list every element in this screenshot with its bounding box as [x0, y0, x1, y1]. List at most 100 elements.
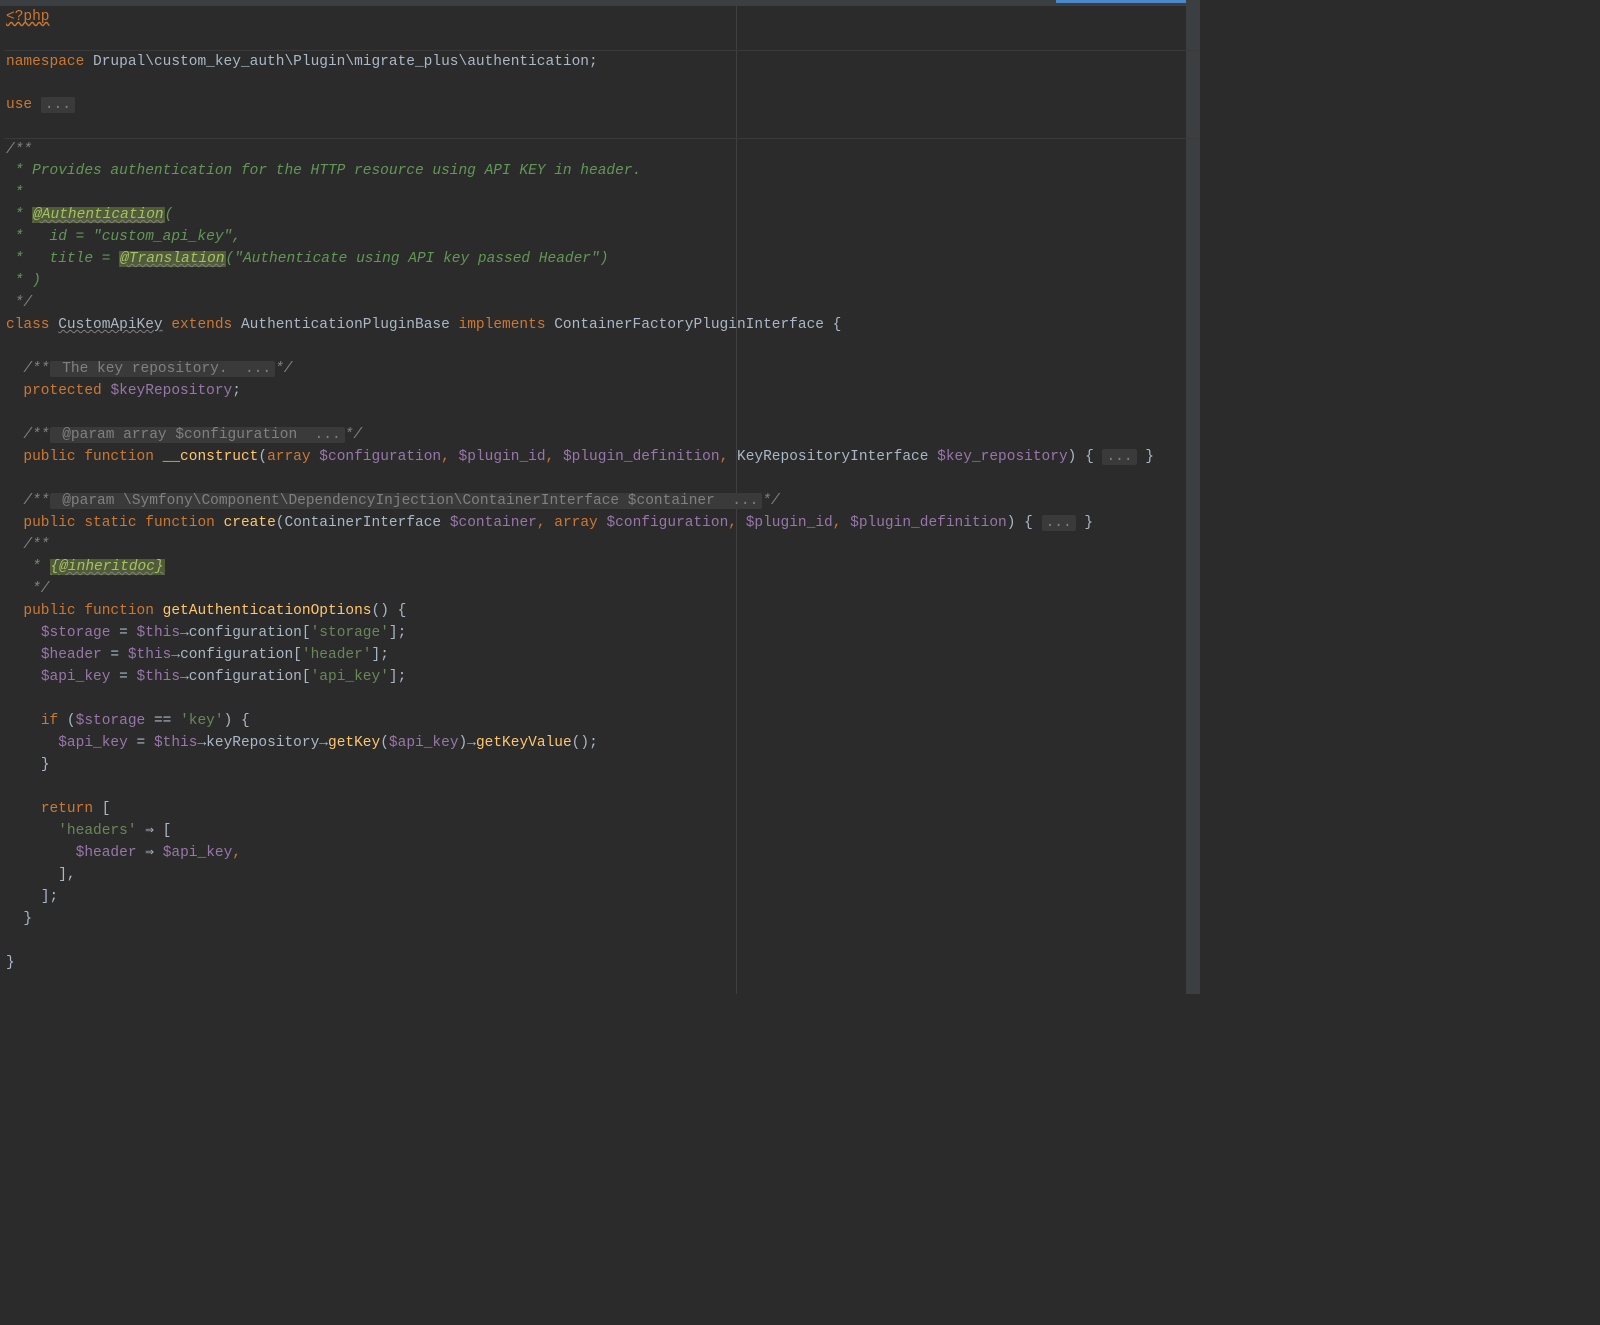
folded-body[interactable]: ... — [1042, 515, 1076, 531]
param: $plugin_definition — [850, 515, 1007, 531]
keyword-function: function — [84, 603, 154, 619]
keyword-function: function — [84, 449, 154, 465]
punct: ) { — [1007, 515, 1033, 531]
code-line[interactable]: /** — [4, 534, 1200, 556]
code-line[interactable]: 'headers' ⇒ [ — [4, 820, 1200, 842]
code-line[interactable]: * Provides authentication for the HTTP r… — [4, 160, 1200, 182]
code-line[interactable] — [4, 402, 1200, 424]
folded-body[interactable]: ... — [1102, 449, 1136, 465]
code-line[interactable]: public function __construct(array $confi… — [4, 446, 1200, 468]
indent — [6, 559, 23, 575]
folded-region[interactable]: ... — [41, 97, 75, 113]
docblock-text: * ) — [6, 273, 41, 289]
docblock-text: ) — [600, 251, 609, 267]
method-name: getAuthenticationOptions — [163, 603, 372, 619]
code-line[interactable]: */ — [4, 292, 1200, 314]
code-editor[interactable]: <?php namespace Drupal\custom_key_auth\P… — [0, 0, 1200, 994]
method-create: create — [224, 515, 276, 531]
code-line[interactable]: /** @param array $configuration ...*/ — [4, 424, 1200, 446]
docblock-open: /** — [23, 537, 49, 553]
param: $key_repository — [937, 449, 1068, 465]
arrow: → — [180, 669, 189, 685]
string: 'key' — [180, 713, 224, 729]
method-call: getKey — [328, 735, 380, 751]
string: 'storage' — [311, 625, 389, 641]
code-line[interactable] — [4, 28, 1200, 50]
keyword-protected: protected — [23, 383, 101, 399]
code-line[interactable]: public function getAuthenticationOptions… — [4, 600, 1200, 622]
code-line[interactable]: <?php — [4, 6, 1200, 28]
code-line[interactable]: protected $keyRepository; — [4, 380, 1200, 402]
code-line[interactable] — [4, 688, 1200, 710]
property-access: configuration[ — [180, 647, 302, 663]
code-line[interactable] — [4, 468, 1200, 490]
docblock-text: * — [23, 559, 49, 575]
keyword-function: function — [145, 515, 215, 531]
code-line[interactable]: } — [4, 908, 1200, 930]
arrow: → — [467, 735, 476, 751]
code-line[interactable]: * id = "custom_api_key", — [4, 226, 1200, 248]
code-line[interactable]: * title = @Translation("Authenticate usi… — [4, 248, 1200, 270]
code-line[interactable]: $header = $this→configuration['header']; — [4, 644, 1200, 666]
folded-doc[interactable]: The key repository. ... — [50, 361, 276, 377]
code-line[interactable]: $header ⇒ $api_key, — [4, 842, 1200, 864]
code-line[interactable] — [4, 116, 1200, 138]
code-line[interactable]: ], — [4, 864, 1200, 886]
docblock-string: "Authenticate using API key passed Heade… — [234, 251, 599, 267]
annotation-authentication: @Authentication — [32, 207, 165, 223]
interface-name: ContainerFactoryPluginInterface { — [554, 317, 841, 333]
arrow-fat: ⇒ — [137, 845, 163, 861]
code-line[interactable]: $storage = $this→configuration['storage'… — [4, 622, 1200, 644]
arrow: → — [319, 735, 328, 751]
keyword-return: return — [41, 801, 93, 817]
code-line[interactable]: $api_key = $this→configuration['api_key'… — [4, 666, 1200, 688]
code-line[interactable] — [4, 776, 1200, 798]
code-line[interactable]: * @Authentication( — [4, 204, 1200, 226]
punct: ], — [58, 867, 75, 883]
punct: } — [1084, 515, 1093, 531]
keyword-public: public — [23, 449, 75, 465]
punct: () { — [372, 603, 407, 619]
docblock-close: */ — [23, 581, 49, 597]
arrow: → — [197, 735, 206, 751]
base-class: AuthenticationPluginBase — [241, 317, 450, 333]
code-line[interactable]: ]; — [4, 886, 1200, 908]
code-line[interactable]: $api_key = $this→keyRepository→getKey($a… — [4, 732, 1200, 754]
code-line[interactable] — [4, 336, 1200, 358]
folded-doc[interactable]: @param \Symfony\Component\DependencyInje… — [50, 493, 763, 509]
code-line[interactable]: } — [4, 952, 1200, 974]
code-line[interactable]: class CustomApiKey extends Authenticatio… — [4, 314, 1200, 336]
indent — [6, 647, 41, 663]
punct: } — [1145, 449, 1154, 465]
code-line[interactable]: * ) — [4, 270, 1200, 292]
code-line[interactable]: use ... — [4, 94, 1200, 116]
punct: , — [833, 515, 842, 531]
code-line[interactable]: */ — [4, 578, 1200, 600]
punct: ( — [380, 735, 389, 751]
code-line[interactable]: } — [4, 754, 1200, 776]
code-line[interactable] — [4, 930, 1200, 952]
code-line[interactable]: namespace Drupal\custom_key_auth\Plugin\… — [4, 50, 1200, 72]
variable: $api_key — [389, 735, 459, 751]
code-line[interactable] — [4, 72, 1200, 94]
namespace-path: Drupal\custom_key_auth\Plugin\migrate_pl… — [84, 54, 597, 70]
php-open-tag: <?php — [6, 9, 50, 25]
docblock-text: * id = — [6, 229, 93, 245]
this: $this — [137, 669, 181, 685]
code-line[interactable]: /** @param \Symfony\Component\Dependency… — [4, 490, 1200, 512]
code-line[interactable]: * {@inheritdoc} — [4, 556, 1200, 578]
punct: ( — [258, 449, 267, 465]
code-line[interactable]: if ($storage == 'key') { — [4, 710, 1200, 732]
punct: (); — [572, 735, 598, 751]
docblock-text: * — [6, 185, 23, 201]
variable: $storage — [76, 713, 146, 729]
code-line[interactable]: * — [4, 182, 1200, 204]
code-line[interactable]: return [ — [4, 798, 1200, 820]
code-line[interactable]: /** — [4, 138, 1200, 160]
folded-doc[interactable]: @param array $configuration ... — [50, 427, 345, 443]
annotation-translation: @Translation — [119, 251, 225, 267]
property: $keyRepository — [110, 383, 232, 399]
code-line[interactable]: public static function create(ContainerI… — [4, 512, 1200, 534]
code-line[interactable]: /** The key repository. ...*/ — [4, 358, 1200, 380]
this: $this — [128, 647, 172, 663]
